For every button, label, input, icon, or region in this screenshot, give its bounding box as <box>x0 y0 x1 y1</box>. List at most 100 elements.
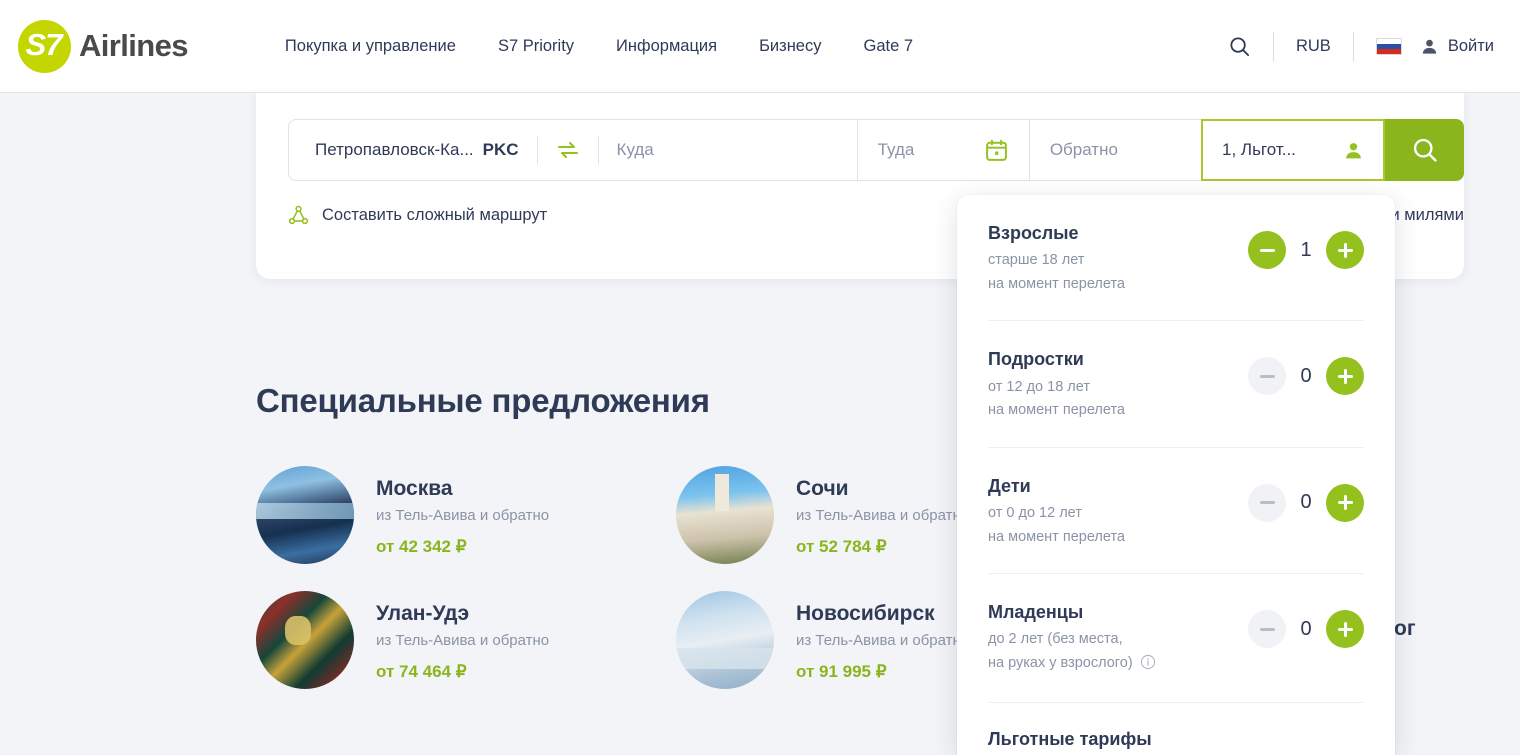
minus-icon <box>1259 501 1275 505</box>
offer-route: из Тель-Авива и обратно <box>796 631 970 649</box>
search-icon <box>1230 37 1250 57</box>
passenger-row-children: Дети от 0 до 12 лет на момент перелета 0 <box>988 448 1364 575</box>
children-stepper: 0 <box>1248 474 1364 522</box>
offer-route: из Тель-Авива и обратно <box>376 506 550 524</box>
passengers-field[interactable]: 1, Льгот... <box>1201 119 1386 181</box>
teens-increment-button[interactable] <box>1326 357 1364 396</box>
offer-price: от 74 464 ₽ <box>376 661 467 681</box>
search-icon <box>1413 138 1437 162</box>
s7-logo-icon: S7 <box>18 19 71 73</box>
passenger-type-title: Взрослые <box>988 223 1079 243</box>
passenger-row-adults: Взрослые старше 18 лет на момент перелет… <box>988 195 1364 322</box>
offer-city: Новосибирск <box>796 602 935 626</box>
depart-date-field[interactable]: Туда <box>856 119 1029 181</box>
origin-code: PKC <box>482 140 519 159</box>
return-date-field[interactable]: Обратно <box>1028 119 1202 181</box>
passengers-value: 1, Льгот... <box>1222 140 1296 159</box>
main-navigation: Покупка и управление S7 Priority Информа… <box>285 37 913 56</box>
login-label: Войти <box>1447 37 1494 55</box>
return-date-placeholder: Обратно <box>1049 140 1118 159</box>
search-submit-button[interactable] <box>1385 119 1464 181</box>
passenger-type-sub1: старше 18 лет <box>988 252 1085 269</box>
passenger-type-sub1: от 0 до 12 лет <box>988 505 1082 522</box>
adults-decrement-button[interactable] <box>1248 231 1286 269</box>
offer-price: от 42 342 ₽ <box>376 536 467 556</box>
nav-item-gate7[interactable]: Gate 7 <box>863 37 913 56</box>
infants-decrement-button[interactable] <box>1248 610 1286 649</box>
passenger-type-title: Младенцы <box>988 602 1084 623</box>
adults-count: 1 <box>1300 238 1312 261</box>
offer-image <box>256 591 354 689</box>
passenger-type-sub2: на момент перелета <box>988 402 1125 419</box>
passenger-type-sub2: на руках у взрослого) <box>988 654 1133 671</box>
complex-route-link[interactable]: Составить сложный маршрут <box>288 205 547 226</box>
offer-image <box>256 466 354 564</box>
calendar-icon <box>985 139 1007 161</box>
search-fields-row: Петропавловск-Ка... PKC Куда Туда Обратн… <box>288 119 1464 181</box>
user-icon <box>1422 39 1436 54</box>
infants-info-button[interactable] <box>1140 654 1156 678</box>
divider <box>536 136 538 164</box>
route-field-group: Петропавловск-Ка... PKC Куда <box>288 119 857 181</box>
currency-selector[interactable]: RUB <box>1274 37 1353 56</box>
offer-card[interactable]: Улан-Удэ из Тель-Авива и обратно от 74 4… <box>256 591 676 689</box>
plus-icon <box>1337 621 1353 637</box>
adults-stepper: 1 <box>1248 221 1364 269</box>
infants-stepper: 0 <box>1248 600 1364 649</box>
infants-count: 0 <box>1300 617 1312 640</box>
children-count: 0 <box>1300 491 1312 514</box>
passengers-dropdown-panel: Взрослые старше 18 лет на момент перелет… <box>957 195 1395 755</box>
offer-city: Москва <box>376 477 453 501</box>
logo[interactable]: S7 Airlines <box>18 19 189 73</box>
offer-route: из Тель-Авива и обратно <box>376 631 550 649</box>
offer-image <box>676 466 774 564</box>
pay-with-miles-label: и милями <box>1390 206 1465 224</box>
minus-icon <box>1259 248 1275 252</box>
destination-input[interactable]: Куда <box>617 140 654 160</box>
header-actions: RUB Войти <box>1206 0 1498 93</box>
passenger-type-sub1: от 12 до 18 лет <box>988 378 1090 395</box>
header-search-button[interactable] <box>1206 35 1273 58</box>
minus-icon <box>1259 627 1275 631</box>
info-icon <box>1140 654 1155 670</box>
logo-text: Airlines <box>79 28 189 63</box>
plus-icon <box>1337 495 1353 511</box>
children-increment-button[interactable] <box>1326 483 1364 522</box>
offer-route: из Тель-Авива и обратно <box>796 506 970 524</box>
divider <box>597 136 599 164</box>
passenger-type-sub2: на момент перелета <box>988 528 1125 545</box>
minus-icon <box>1259 374 1275 378</box>
offer-city: Улан-Удэ <box>376 602 470 626</box>
offer-city: Сочи <box>796 477 849 501</box>
nav-item-s7-priority[interactable]: S7 Priority <box>498 37 574 56</box>
children-decrement-button[interactable] <box>1248 483 1286 522</box>
multi-route-icon <box>288 205 309 225</box>
discount-fares-title: Льготные тарифы <box>988 729 1152 750</box>
language-selector[interactable] <box>1354 38 1420 55</box>
site-header: S7 Airlines Покупка и управление S7 Prio… <box>0 0 1520 93</box>
swap-directions-button[interactable] <box>556 140 580 160</box>
teens-count: 0 <box>1300 364 1312 387</box>
teens-decrement-button[interactable] <box>1248 357 1286 396</box>
logo-mark-text: S7 <box>25 27 63 62</box>
teens-stepper: 0 <box>1248 347 1364 396</box>
passenger-row-teens: Подростки от 12 до 18 лет на момент пере… <box>988 321 1364 448</box>
infants-increment-button[interactable] <box>1326 610 1364 649</box>
discount-fares-row: Льготные тарифы для молодежи и пенсионер… <box>988 703 1364 755</box>
adults-increment-button[interactable] <box>1326 231 1364 269</box>
offer-card[interactable]: Москва из Тель-Авива и обратно от 42 342… <box>256 466 676 564</box>
passenger-row-infants: Младенцы до 2 лет (без места, на руках у… <box>988 574 1364 704</box>
nav-item-purchase[interactable]: Покупка и управление <box>285 37 456 56</box>
nav-item-business[interactable]: Бизнесу <box>759 37 821 56</box>
passenger-type-sub1: до 2 лет (без места, <box>988 631 1123 648</box>
user-icon <box>1346 142 1361 158</box>
origin-input[interactable]: Петропавловск-Ка... PKC <box>315 140 519 160</box>
offer-price: от 52 784 ₽ <box>796 536 887 556</box>
login-button[interactable]: Войти <box>1420 37 1498 56</box>
passenger-type-title: Подростки <box>988 349 1084 370</box>
special-offers-title: Специальные предложения <box>256 382 710 419</box>
complex-route-label: Составить сложный маршрут <box>322 206 548 224</box>
nav-item-information[interactable]: Информация <box>616 37 717 56</box>
offer-city-partial: ог <box>1394 617 1416 640</box>
swap-arrows-icon <box>557 142 578 158</box>
